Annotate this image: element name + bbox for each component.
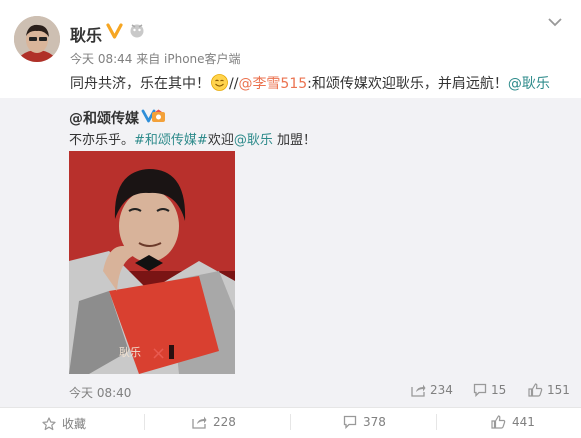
divider	[436, 414, 437, 430]
favorite-label: 收藏	[62, 417, 87, 431]
medal-icon	[130, 24, 144, 38]
hashtag-link[interactable]: #和颂传媒#	[134, 133, 208, 148]
repost-time: 今天 08:40	[69, 386, 132, 400]
avatar[interactable]	[14, 16, 60, 62]
like-total: 441	[512, 415, 535, 429]
repost-photo[interactable]: 耿乐 ×	[69, 151, 235, 374]
content-text-mid: :和颂传媒欢迎耿乐，并肩远航！	[307, 76, 508, 92]
post-meta: 今天 08:44 来自 iPhone客户端	[70, 52, 241, 66]
author-name[interactable]: 耿乐	[70, 22, 102, 46]
divider	[144, 414, 145, 430]
repost-comment-count[interactable]: 15	[473, 383, 507, 398]
chevron-down-icon[interactable]	[548, 17, 562, 27]
mention-link[interactable]: @耿乐	[234, 133, 273, 148]
forward-total: 228	[213, 415, 236, 429]
thumbs-up-icon	[528, 383, 543, 397]
divider	[290, 414, 291, 430]
verified-badge-icon	[106, 23, 123, 39]
svg-text:×: ×	[151, 343, 166, 364]
smile-emoji-icon	[211, 74, 228, 91]
comment-icon	[473, 383, 487, 398]
forward-icon	[192, 416, 207, 429]
comment-count: 15	[491, 383, 507, 397]
repost-text-suffix: 加盟！	[272, 133, 316, 148]
comment-total: 378	[363, 415, 386, 429]
star-icon	[42, 417, 56, 431]
repost-text-mid: 欢迎	[207, 133, 234, 148]
comment-button[interactable]: 378	[343, 415, 386, 430]
forward-count: 234	[430, 383, 453, 397]
repost-text: 不亦乐乎。#和颂传媒#欢迎@耿乐 加盟！	[69, 129, 316, 148]
repost-forward-count[interactable]: 234	[411, 383, 453, 397]
photo-caption: 耿乐	[119, 345, 141, 359]
repost-text-prefix: 不亦乐乎。	[69, 133, 135, 148]
repost-author[interactable]: @和颂传媒	[69, 108, 139, 128]
mention-link[interactable]: @耿乐	[508, 76, 550, 92]
comment-icon	[343, 415, 357, 430]
favorite-button[interactable]: 收藏	[42, 415, 86, 432]
like-button[interactable]: 441	[491, 415, 535, 429]
like-count: 151	[547, 383, 570, 397]
thumbs-up-icon	[491, 415, 506, 429]
badge-icon	[152, 109, 165, 122]
repost-like-count[interactable]: 151	[528, 383, 570, 397]
content-text: 同舟共济，乐在其中！	[70, 76, 210, 92]
mention-link[interactable]: @李雪515	[238, 76, 307, 92]
post-content: 同舟共济，乐在其中！//@李雪515:和颂传媒欢迎耿乐，并肩远航！@耿乐	[70, 73, 550, 93]
forward-button[interactable]: 228	[192, 415, 236, 429]
forward-icon	[411, 384, 426, 397]
